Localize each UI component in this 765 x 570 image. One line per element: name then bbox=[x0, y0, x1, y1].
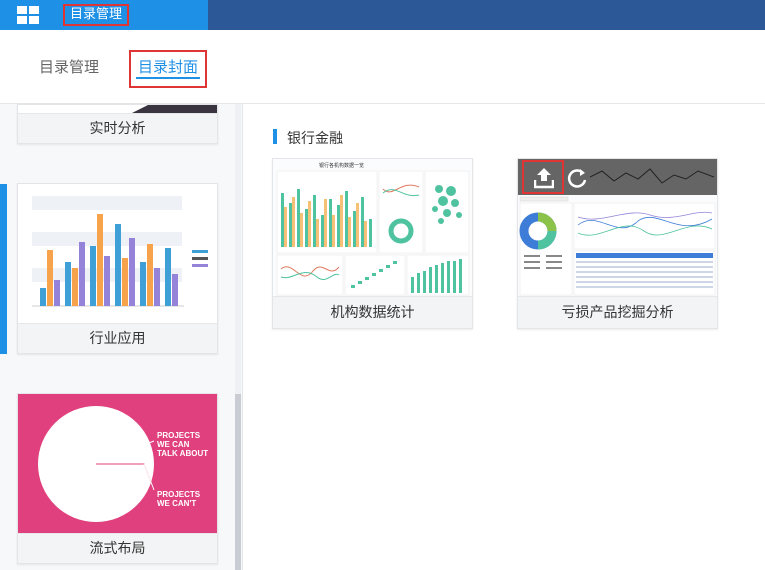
upload-icon bbox=[534, 168, 554, 189]
cover-card-institution-stats[interactable]: 银行各机构数据一览 机构数据统计 bbox=[272, 158, 473, 329]
card-label: 实时分析 bbox=[18, 113, 217, 143]
thumb-title: 银行各机构数据一览 bbox=[319, 162, 364, 169]
pie-label: PROJECTS bbox=[157, 490, 201, 499]
sidebar-card-realtime-analysis[interactable]: 实时分析 bbox=[17, 104, 218, 144]
top-bar: 目录管理 bbox=[0, 0, 765, 30]
grid-icon[interactable] bbox=[17, 6, 39, 24]
card-label: 机构数据统计 bbox=[273, 296, 472, 328]
section-title: 银行金融 bbox=[287, 131, 343, 147]
sidebar-card-flow-layout[interactable]: PROJECTS WE CAN TALK ABOUT PROJECTS WE C… bbox=[17, 393, 218, 564]
refresh-icon[interactable] bbox=[566, 167, 588, 189]
pie-label: TALK ABOUT bbox=[157, 449, 208, 458]
pie-chart-thumbnail: PROJECTS WE CAN TALK ABOUT PROJECTS WE C… bbox=[18, 394, 217, 533]
scrollbar-thumb[interactable] bbox=[235, 394, 241, 570]
tab-highlight-box bbox=[129, 50, 207, 88]
app-title[interactable]: 目录管理 bbox=[63, 4, 130, 26]
pie-label: WE CAN'T bbox=[157, 499, 196, 508]
cover-hover-toolbar bbox=[518, 159, 717, 195]
pie-label: WE CAN bbox=[157, 440, 190, 449]
section-marker bbox=[273, 129, 277, 144]
pie-label: PROJECTS bbox=[157, 431, 201, 440]
cover-card-loss-product-analysis[interactable]: 亏损产品挖掘分析 bbox=[517, 158, 718, 329]
dashboard-thumbnail: 银行各机构数据一览 bbox=[273, 159, 472, 298]
active-indicator bbox=[0, 184, 7, 354]
card-label: 行业应用 bbox=[18, 323, 217, 353]
thumbnail-line bbox=[590, 168, 714, 184]
card-label: 流式布局 bbox=[18, 533, 217, 563]
card-label: 亏损产品挖掘分析 bbox=[518, 296, 717, 328]
tab-directory-management[interactable]: 目录管理 bbox=[39, 56, 99, 77]
tab-bar: 目录管理 目录封面 bbox=[0, 30, 765, 104]
bar-chart-thumbnail bbox=[32, 196, 208, 307]
upload-cover-button[interactable] bbox=[522, 160, 564, 194]
sidebar-card-industry-application[interactable]: 行业应用 bbox=[17, 183, 218, 354]
